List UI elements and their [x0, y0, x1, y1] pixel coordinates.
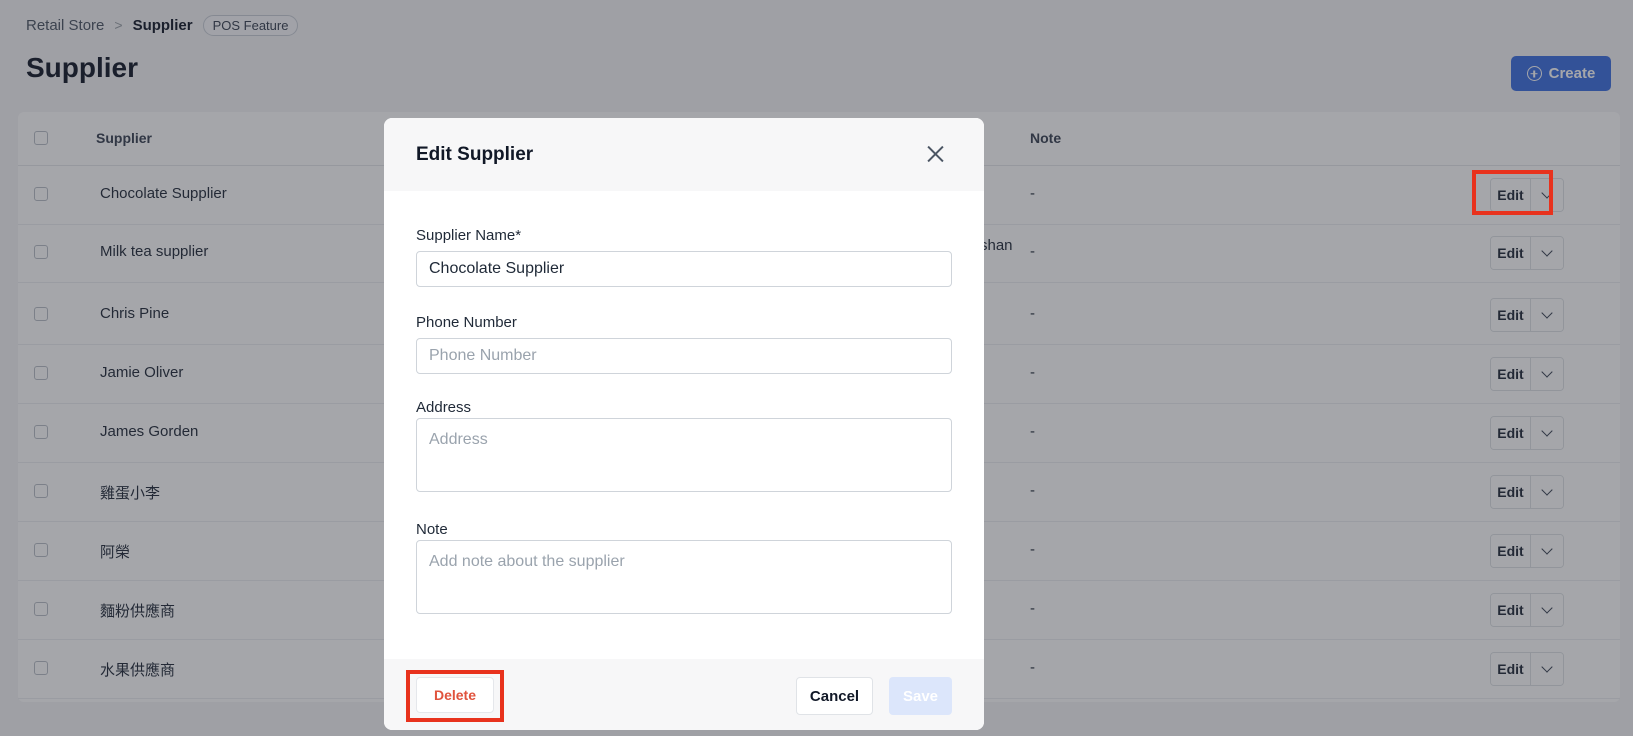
note-input[interactable] — [416, 540, 952, 614]
address-label: Address — [416, 399, 472, 416]
modal-title: Edit Supplier — [416, 144, 534, 165]
supplier-name-label: Supplier Name* — [416, 227, 522, 244]
supplier-page: Retail Store > Supplier POS Feature Supp… — [0, 0, 1633, 736]
note-label: Note — [416, 521, 448, 538]
delete-button-highlight — [406, 670, 504, 722]
modal-header: Edit Supplier — [384, 118, 984, 191]
save-button[interactable]: Save — [889, 677, 952, 715]
close-icon[interactable] — [921, 140, 949, 168]
phone-number-label: Phone Number — [416, 314, 517, 331]
cancel-button[interactable]: Cancel — [796, 677, 873, 715]
edit-button-highlight — [1472, 170, 1553, 215]
address-input[interactable] — [416, 418, 952, 492]
phone-number-input[interactable] — [416, 338, 952, 374]
edit-supplier-modal: Edit Supplier Supplier Name* Phone Numbe… — [384, 118, 984, 730]
supplier-name-input[interactable] — [416, 251, 952, 287]
